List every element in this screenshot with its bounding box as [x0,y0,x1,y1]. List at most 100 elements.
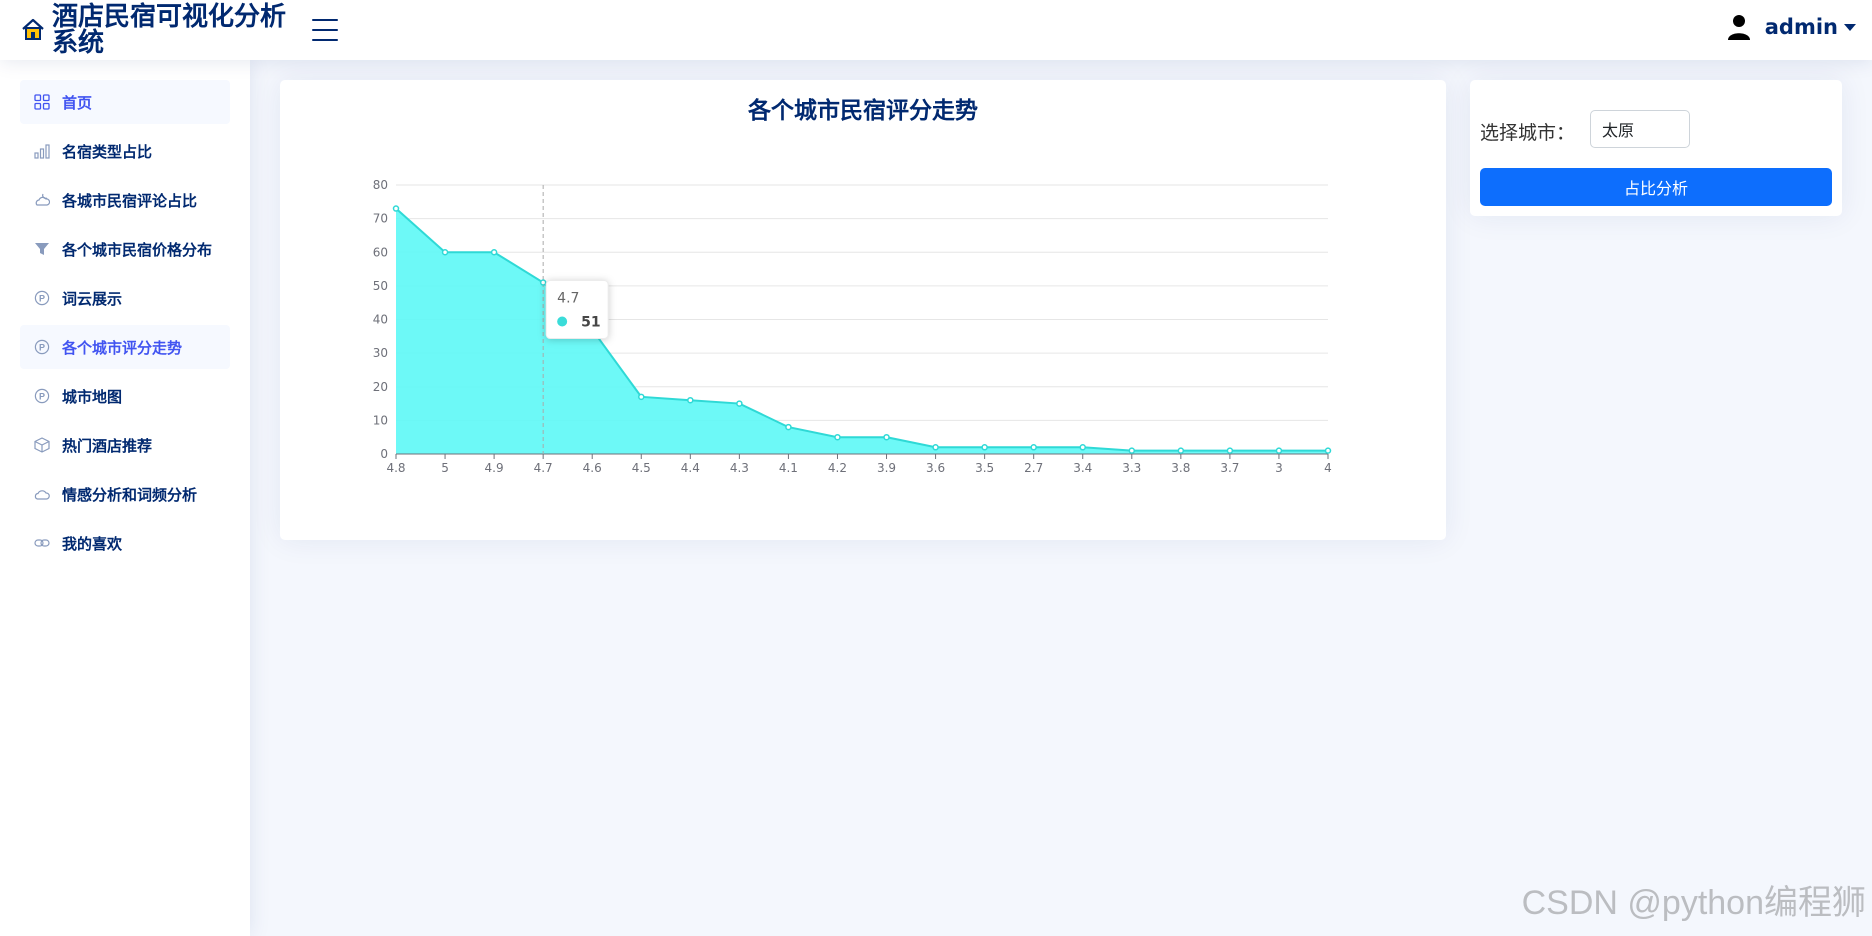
data-point [392,205,400,212]
data-point [1128,447,1136,454]
sidebar-item-label: 热门酒店推荐 [62,436,153,455]
data-point [1030,444,1037,451]
x-tick-label: 4.5 [632,461,651,475]
y-tick-label: 70 [373,212,388,226]
data-point [687,396,694,404]
sidebar-item-6[interactable]: P 城市地图 [20,374,230,418]
sidebar: 首页名宿类型占比各城市民宿评论占比 各个城市民宿价格分布 P 词云展示 P 各个城市评分走… [0,60,250,936]
sidebar-item-3[interactable]: 各个城市民宿价格分布 [20,227,230,271]
watermark: CSDN @python编程狮 [1521,884,1866,922]
data-point [1079,444,1086,451]
chart-title: 各个城市民宿评分走势 [747,97,978,124]
data-point [883,433,890,441]
x-tick-label: 3 [1275,461,1283,475]
data-point [785,423,792,431]
data-point [441,249,449,256]
svg-text:P: P [39,392,45,402]
x-tick-label: 3.3 [1122,461,1141,475]
x-tick-label: 4.6 [583,461,602,475]
person-icon [1727,15,1750,40]
tooltip-value: 51 [581,315,600,331]
sidebar-item-label: 各个城市民宿价格分布 [62,240,213,259]
sidebar-item-2[interactable]: 各城市民宿评论占比 [20,178,230,222]
rating-trend-chart[interactable]: 各个城市民宿评分走势 0 10 20 30 40 50 60 70 80 4.8 5 4.9 4.7 4.6… [280,80,1446,540]
p-circle-icon: P [34,290,50,306]
x-tick-label: 3.5 [975,461,994,475]
data-point [932,444,939,451]
y-tick-label: 20 [373,380,388,394]
y-tick-label: 50 [373,279,388,293]
sidebar-item-1[interactable]: 名宿类型占比 [20,129,230,173]
x-tick-label: 4.7 [534,461,553,475]
sidebar-item-4[interactable]: P 词云展示 [20,276,230,320]
x-tick-label: 3.8 [1171,461,1190,475]
data-point [834,433,841,441]
sidebar-item-label: 我的喜欢 [62,534,123,553]
sidebar-item-label: 各城市民宿评论占比 [62,191,198,210]
tooltip-label: 4.7 [557,291,579,307]
sidebar-item-8[interactable]: 情感分析和词频分析 [20,472,230,516]
x-tick-label: 2.7 [1024,461,1043,475]
x-tick-label: 4.8 [386,461,405,475]
y-tick-label: 10 [373,413,388,427]
cloud-moon-icon [35,193,50,206]
y-tick-label: 80 [373,178,388,192]
analyze-button[interactable]: 占比分析 [1480,168,1832,206]
x-tick-label: 4.2 [828,461,847,475]
box-icon [34,437,50,453]
link-icon [34,539,50,547]
chevron-down-icon [1844,23,1856,31]
filter-card: 选择城市： 占比分析 [1470,80,1842,216]
data-point [539,279,547,286]
bar-chart-icon [34,144,50,159]
data-point [1324,447,1332,454]
funnel-icon [35,243,49,255]
data-point [1177,447,1185,454]
x-tick-label: 3.7 [1220,461,1239,475]
y-tick-label: 0 [380,447,388,461]
data-point [1226,447,1234,454]
logo[interactable]: 酒店民宿可视化分析系统 [20,4,312,56]
data-point [638,393,645,401]
p-circle-icon: P [34,388,50,404]
sidebar-item-0[interactable]: 首页 [20,80,230,124]
y-tick-label: 40 [373,313,388,327]
sidebar-item-7[interactable]: 热门酒店推荐 [20,423,230,467]
svg-text:P: P [39,343,45,353]
y-tick-label: 60 [373,245,388,259]
x-tick-label: 4.4 [681,461,700,475]
sidebar-toggle-icon[interactable] [312,19,338,41]
data-point [490,249,498,256]
data-point [981,444,988,451]
p-circle-icon: P [34,339,50,355]
data-point [1275,447,1283,454]
sidebar-item-label: 首页 [62,93,93,112]
home-icon [22,18,44,40]
sidebar-item-label: 名宿类型占比 [62,142,153,161]
data-point [736,400,743,407]
user-menu[interactable]: admin [1727,14,1856,40]
top-header: 酒店民宿可视化分析系统 admin [0,0,1872,60]
sidebar-item-label: 词云展示 [62,289,123,308]
city-label: 选择城市： [1480,122,1576,144]
x-tick-label: 3.9 [877,461,896,475]
x-tick-label: 3.6 [926,461,945,475]
sidebar-item-label: 各个城市评分走势 [62,338,183,357]
cloud-icon [34,490,50,500]
sidebar-item-5[interactable]: P 各个城市评分走势 [20,325,230,369]
chart-card: 各个城市民宿评分走势 0 10 20 30 40 50 60 70 80 4.8 5 4.9 4.7 4.6… [280,80,1446,540]
app-title: 酒店民宿可视化分析系统 [52,2,287,58]
x-tick-label: 4 [1324,461,1332,475]
grid-icon [34,94,50,110]
x-tick-label: 4.1 [779,461,798,475]
city-input[interactable] [1590,110,1690,148]
tooltip-marker [557,316,568,327]
y-tick-label: 30 [373,346,388,360]
x-tick-label: 4.3 [730,461,749,475]
sidebar-item-label: 城市地图 [62,387,123,406]
sidebar-item-9[interactable]: 我的喜欢 [20,521,230,565]
svg-text:P: P [39,294,45,304]
x-tick-label: 3.4 [1073,461,1092,475]
x-tick-label: 5 [441,461,449,475]
x-tick-label: 4.9 [485,461,504,475]
